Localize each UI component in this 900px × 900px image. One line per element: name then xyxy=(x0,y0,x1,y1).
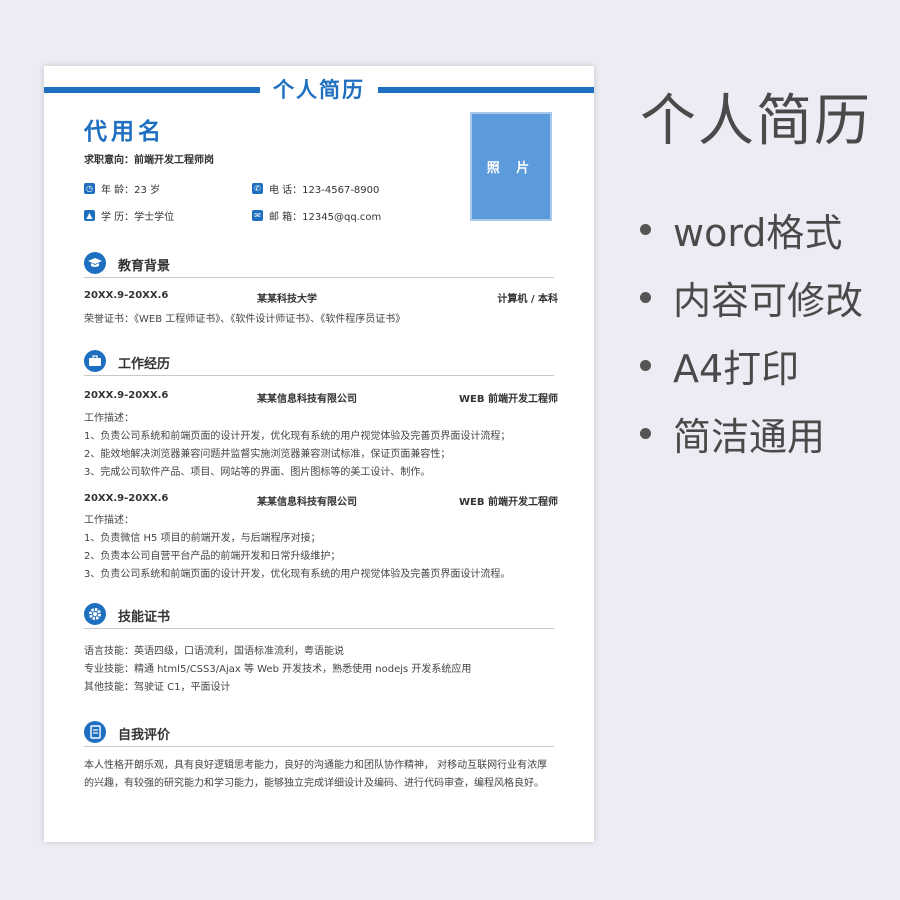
section-title: 工作经历 xyxy=(118,357,171,372)
job-desc-label: 工作描述： xyxy=(84,515,134,526)
job-desc-item: 1、负责微信 H5 项目的前端开发，与后端程序对接； xyxy=(84,533,321,544)
bullet-dot-icon xyxy=(640,428,651,439)
briefcase-icon xyxy=(84,350,106,372)
education-honors: 荣誉证书：《WEB 工程师证书》、《软件设计师证书》、《软件程序员证书》 xyxy=(84,314,406,325)
job-period: 20XX.9-20XX.6 xyxy=(84,493,169,504)
phone-icon: ✆ xyxy=(252,183,263,194)
info-age: ◷ 年 龄：23 岁 xyxy=(84,183,161,196)
section-divider xyxy=(84,746,554,747)
clock-icon: ◷ xyxy=(84,183,95,194)
resume-page: 个人简历 代用名 求职意向：前端开发工程师岗 ◷ 年 龄：23 岁 ✆ 电 话：… xyxy=(44,66,594,842)
section-divider xyxy=(84,628,554,629)
skill-item: 专业技能：精通 html5/CSS3/Ajax 等 Web 开发技术，熟悉使用 … xyxy=(84,664,472,675)
skill-item: 语言技能：英语四级，口语流利，国语标准流利，粤语能说 xyxy=(84,646,344,657)
job-desc-item: 3、负责公司系统和前端页面的设计开发，优化现有系统的用户视觉体验及完善页界面设计… xyxy=(84,569,511,580)
promo-bullet: 简洁通用 xyxy=(640,406,825,461)
graduation-cap-icon: ▲ xyxy=(84,210,95,221)
promo-title: 个人简历 xyxy=(640,89,872,154)
section-education: 教育背景 xyxy=(84,252,554,278)
job-company: 某某信息科技有限公司 xyxy=(257,497,357,508)
section-title: 技能证书 xyxy=(118,610,171,625)
info-email: ✉ 邮 箱：12345@qq.com xyxy=(252,208,381,223)
section-skills: 技能证书 xyxy=(84,603,554,629)
education-school: 某某科技大学 xyxy=(257,294,317,305)
gear-icon xyxy=(84,603,106,625)
job-role: WEB 前端开发工程师 xyxy=(459,394,558,405)
info-education: ▲ 学 历：学士学位 xyxy=(84,208,174,223)
job-desc-item: 2、负责本公司自营平台产品的前端开发和日常升级维护； xyxy=(84,551,341,562)
candidate-name: 代用名 xyxy=(84,119,165,145)
mail-icon: ✉ xyxy=(252,210,263,221)
photo-placeholder: 照 片 xyxy=(470,112,552,221)
self-evaluation-text: 本人性格开朗乐观，具有良好逻辑思考能力，良好的沟通能力和团队协作精神， 对移动互… xyxy=(84,760,548,789)
skill-item: 其他技能：驾驶证 C1，平面设计 xyxy=(84,682,231,693)
job-desc-item: 1、负责公司系统和前端页面的设计开发，优化现有系统的用户视觉体验及完善页界面设计… xyxy=(84,431,511,442)
promo-bullet: 内容可修改 xyxy=(640,270,863,325)
info-phone: ✆ 电 话：123-4567-8900 xyxy=(252,181,379,196)
section-title: 教育背景 xyxy=(118,259,171,274)
promo-bullet: word格式 xyxy=(640,202,842,257)
graduation-cap-icon xyxy=(84,252,106,274)
resume-title: 个人简历 xyxy=(273,78,365,102)
education-major: 计算机 / 本科 xyxy=(497,294,558,305)
job-desc-item: 2、能效地解决浏览器兼容问题并监督实施浏览器兼容测试标准，保证页面兼容性； xyxy=(84,449,451,460)
title-rule-left xyxy=(44,87,260,93)
education-period: 20XX.9-20XX.6 xyxy=(84,290,169,301)
bullet-dot-icon xyxy=(640,360,651,371)
promo-bullet: A4打印 xyxy=(640,338,799,393)
job-role: WEB 前端开发工程师 xyxy=(459,497,558,508)
job-desc-item: 3、完成公司软件产品、项目、网站等的界面、图片图标等的美工设计、制作。 xyxy=(84,467,431,478)
job-intent: 求职意向：前端开发工程师岗 xyxy=(84,155,214,166)
job-period: 20XX.9-20XX.6 xyxy=(84,390,169,401)
section-self-evaluation: 自我评价 xyxy=(84,721,554,747)
section-work: 工作经历 xyxy=(84,350,554,376)
bullet-dot-icon xyxy=(640,292,651,303)
bullet-dot-icon xyxy=(640,224,651,235)
title-rule-right xyxy=(378,87,594,93)
section-divider xyxy=(84,375,554,376)
section-title: 自我评价 xyxy=(118,728,171,743)
section-divider xyxy=(84,277,554,278)
job-company: 某某信息科技有限公司 xyxy=(257,394,357,405)
notebook-icon xyxy=(84,721,106,743)
job-desc-label: 工作描述： xyxy=(84,413,134,424)
